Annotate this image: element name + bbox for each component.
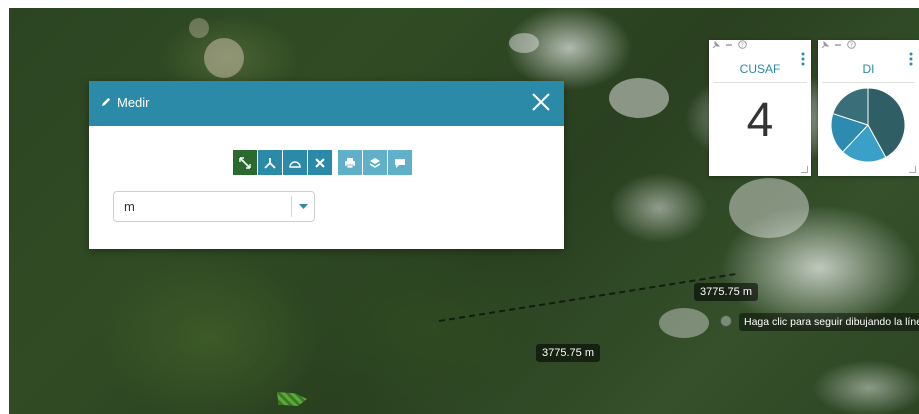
widget-controls: ? xyxy=(712,40,747,49)
cloud-patch xyxy=(509,33,539,53)
clear-icon xyxy=(315,157,325,168)
cloud-patch xyxy=(609,78,669,118)
unit-select[interactable]: m xyxy=(113,191,315,222)
measure-line-button[interactable] xyxy=(233,150,257,175)
widget-value: 4 xyxy=(746,94,774,147)
widget-divider xyxy=(713,82,807,83)
minimize-icon[interactable] xyxy=(834,41,842,49)
more-options-icon[interactable] xyxy=(801,52,805,66)
measure-area-button[interactable] xyxy=(283,150,307,175)
widget-title: DI xyxy=(862,62,875,76)
svg-text:?: ? xyxy=(850,42,853,49)
cloud-patch xyxy=(659,308,709,338)
unit-select-value: m xyxy=(124,199,135,214)
print-button[interactable] xyxy=(338,150,362,175)
dialog-title-text: Medir xyxy=(117,95,150,110)
widget-title: CUSAF xyxy=(739,62,781,76)
resize-handle[interactable] xyxy=(801,166,808,173)
measure-angle-icon xyxy=(264,157,276,169)
more-options-icon[interactable] xyxy=(909,52,913,66)
svg-text:?: ? xyxy=(741,42,744,49)
measure-label-segment: 3775.75 m xyxy=(536,344,600,362)
measure-area-icon xyxy=(289,160,301,168)
measure-dialog: Medir m xyxy=(89,81,564,249)
cusaf-widget: ? CUSAF 4 xyxy=(709,40,811,176)
clear-measure-button[interactable] xyxy=(308,150,332,175)
measure-line-icon xyxy=(239,156,251,169)
close-icon xyxy=(532,93,550,111)
close-button[interactable] xyxy=(530,91,552,113)
village-cluster xyxy=(189,18,209,38)
chevron-down-icon[interactable] xyxy=(292,203,314,210)
dialog-header: Medir xyxy=(89,81,564,126)
measure-angle-button[interactable] xyxy=(258,150,282,175)
pin-icon[interactable] xyxy=(821,40,829,49)
layers-button[interactable] xyxy=(363,150,387,175)
comment-button[interactable] xyxy=(388,150,412,175)
field-polygon[interactable] xyxy=(277,392,307,406)
pencil-icon xyxy=(101,95,112,110)
di-widget: ? DI xyxy=(818,40,919,176)
pin-icon[interactable] xyxy=(712,40,720,49)
minimize-icon[interactable] xyxy=(725,41,733,49)
comment-icon xyxy=(395,158,405,168)
widget-controls: ? xyxy=(821,40,856,49)
measure-label-total: 3775.75 m xyxy=(694,283,758,301)
di-pie-chart xyxy=(830,87,906,163)
print-icon xyxy=(345,157,355,168)
help-icon[interactable]: ? xyxy=(738,40,747,49)
resize-handle[interactable] xyxy=(909,166,916,173)
layers-icon xyxy=(369,157,381,168)
draw-hint-tooltip: Haga clic para seguir dibujando la línea xyxy=(739,313,919,331)
dialog-title: Medir xyxy=(101,95,150,110)
measure-toolbar xyxy=(233,150,413,175)
village-cluster xyxy=(204,38,244,78)
help-icon[interactable]: ? xyxy=(847,40,856,49)
measure-vertex[interactable] xyxy=(720,315,732,327)
cloud-patch xyxy=(729,178,809,238)
